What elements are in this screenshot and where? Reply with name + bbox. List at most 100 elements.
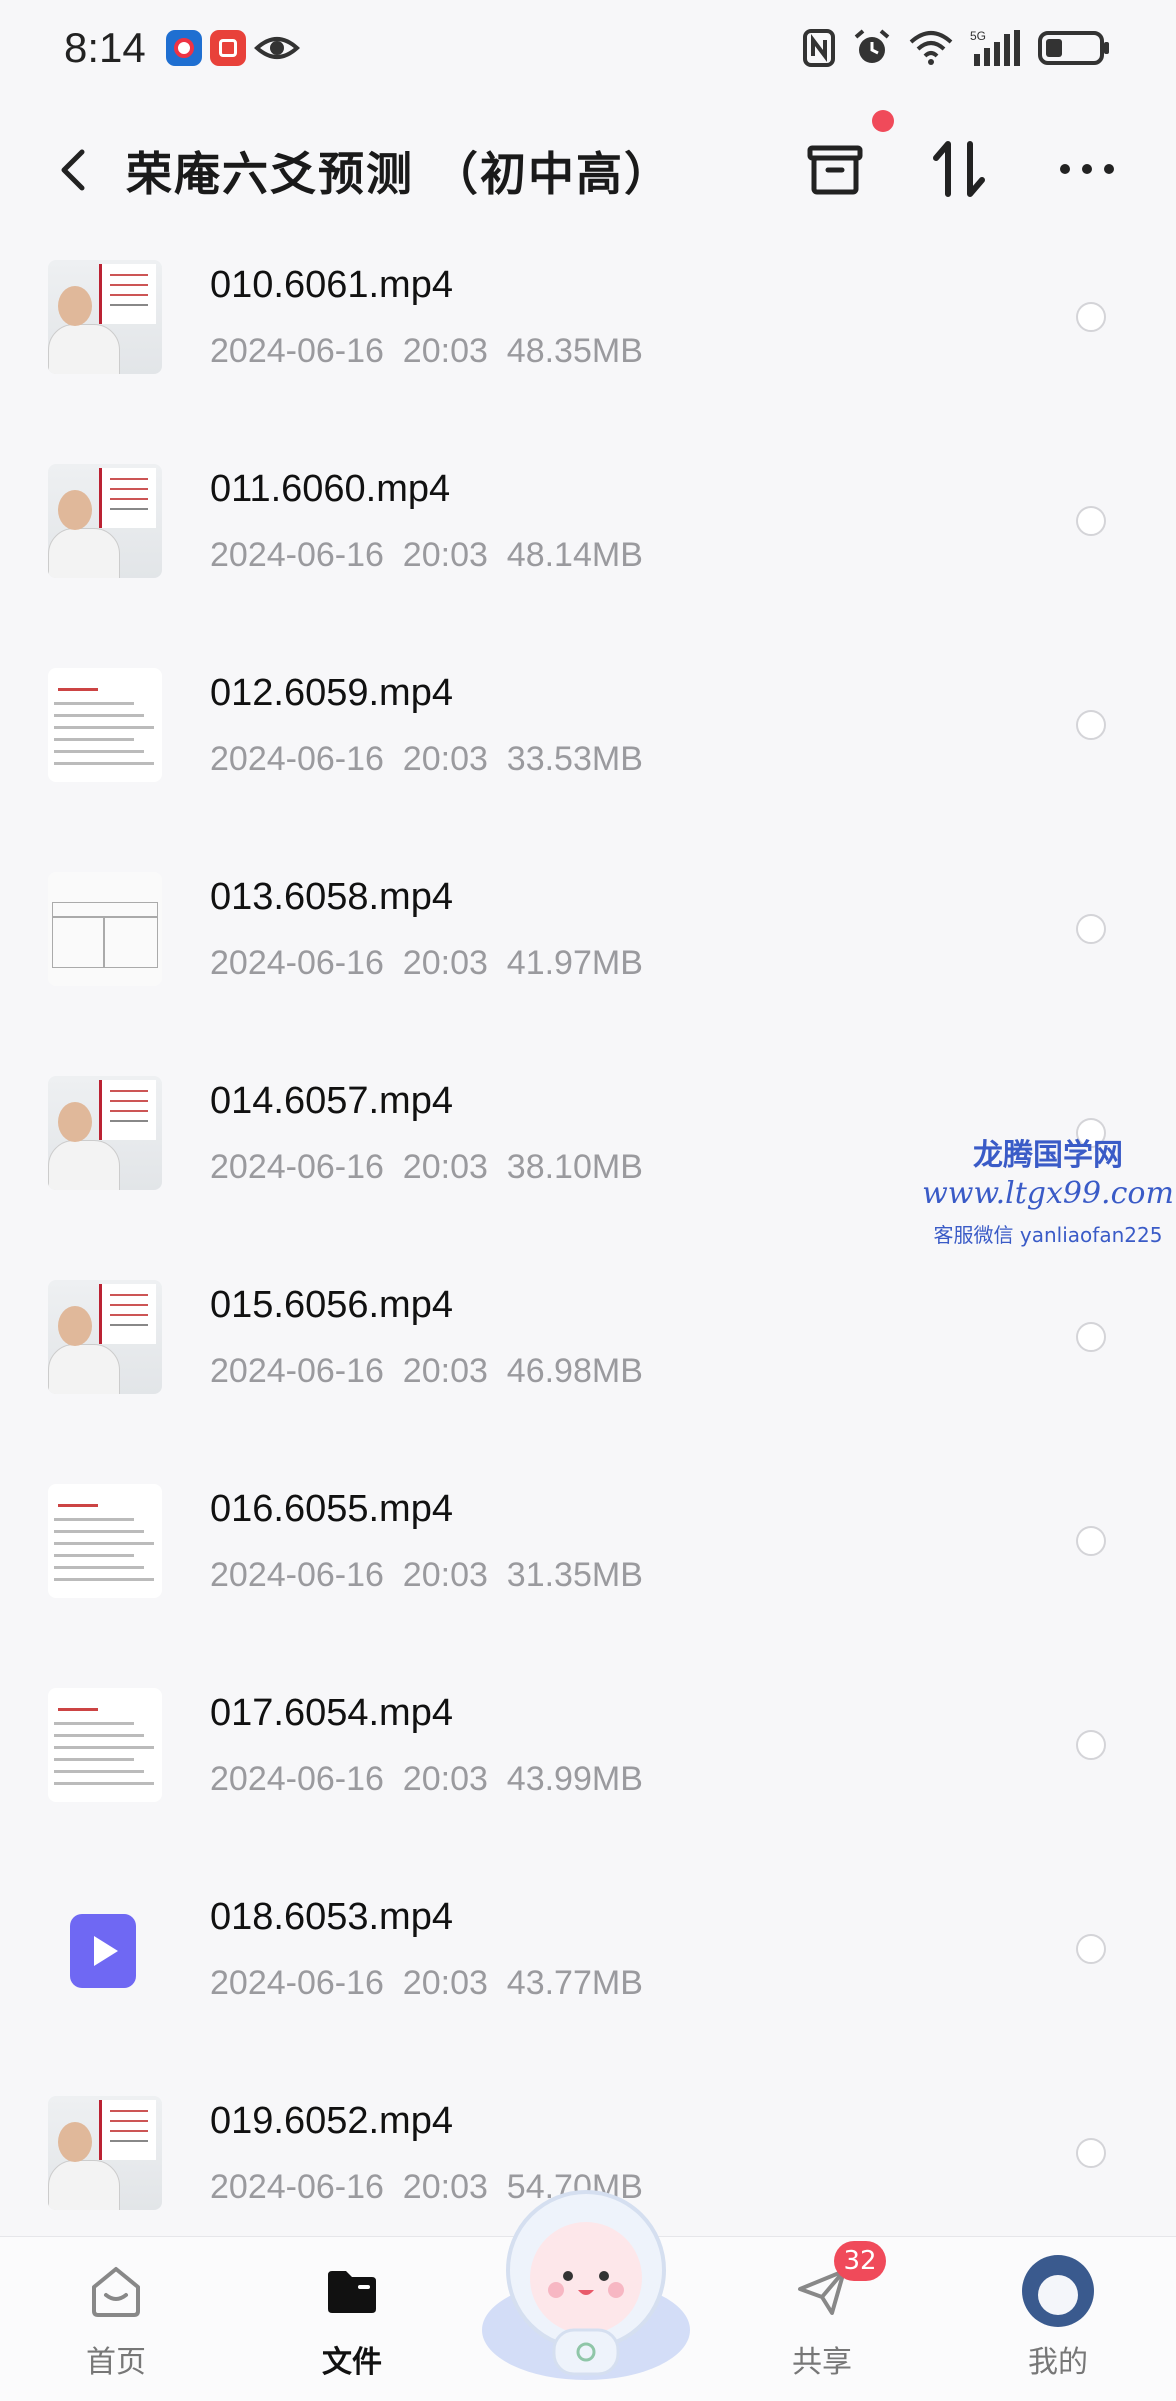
- file-meta: 2024-06-16 20:03 33.53MB: [210, 740, 643, 778]
- person-body: [48, 324, 120, 374]
- nav-home-label: 首页: [86, 2345, 146, 2380]
- signal-5g-icon: 5G: [970, 29, 1020, 66]
- watermark: 龙腾国学网 www.ltgx99.com 客服微信 yanliaofan225: [920, 1130, 1176, 1248]
- file-meta: 2024-06-16 20:03 31.35MB: [210, 1556, 643, 1594]
- doc-line: [54, 726, 154, 729]
- file-list-item[interactable]: 013.6058.mp4 2024-06-16 20:03 41.97MB: [0, 846, 1176, 1050]
- person-body: [48, 2160, 120, 2210]
- file-meta: 2024-06-16 20:03 43.99MB: [210, 1760, 643, 1798]
- select-radio[interactable]: [1076, 2138, 1106, 2168]
- select-radio[interactable]: [1076, 1730, 1106, 1760]
- watermark-contact: 客服微信 yanliaofan225: [933, 1223, 1163, 1247]
- file-name: 010.6061.mp4: [210, 264, 453, 306]
- nfc-icon: [803, 29, 835, 67]
- slide-board: [99, 264, 156, 324]
- status-time: 8:14: [64, 24, 146, 71]
- doc-line: [54, 738, 134, 741]
- file-thumbnail: [48, 1076, 162, 1190]
- doc-line: [54, 1734, 144, 1737]
- app-notification-icon: [166, 30, 202, 66]
- select-radio[interactable]: [1076, 710, 1106, 740]
- person-head: [58, 1102, 92, 1142]
- file-thumbnail: [48, 2096, 162, 2210]
- file-name: 015.6056.mp4: [210, 1284, 453, 1326]
- watermark-title: 龙腾国学网: [973, 1138, 1123, 1173]
- file-thumbnail: [48, 464, 162, 578]
- file-meta: 2024-06-16 20:03 38.10MB: [210, 1148, 643, 1186]
- eye-icon: [254, 37, 300, 59]
- nav-share[interactable]: 32 共享: [722, 2237, 922, 2401]
- status-bar: 8:14 5G: [0, 0, 1176, 100]
- select-radio[interactable]: [1076, 914, 1106, 944]
- file-thumbnail: [48, 1892, 162, 2006]
- more-icon[interactable]: [1052, 134, 1122, 204]
- file-name: 011.6060.mp4: [210, 468, 451, 510]
- file-list-item[interactable]: 012.6059.mp4 2024-06-16 20:03 33.53MB: [0, 642, 1176, 846]
- doc-highlight: [58, 1504, 98, 1507]
- nav-home[interactable]: 首页: [16, 2237, 216, 2401]
- nav-files[interactable]: 文件: [252, 2237, 452, 2401]
- file-thumbnail: [48, 872, 162, 986]
- doc-highlight: [58, 1708, 98, 1711]
- alarm-icon: [854, 29, 890, 63]
- person-head: [58, 286, 92, 326]
- doc-line: [54, 1530, 144, 1533]
- slide-board: [99, 468, 156, 528]
- file-thumbnail: [48, 1280, 162, 1394]
- doc-line: [54, 1518, 134, 1521]
- select-radio[interactable]: [1076, 1526, 1106, 1556]
- doc-highlight: [58, 688, 98, 691]
- select-radio[interactable]: [1076, 1322, 1106, 1352]
- person-body: [48, 1344, 120, 1394]
- file-name: 017.6054.mp4: [210, 1692, 453, 1734]
- app-notification-icon: [210, 30, 246, 66]
- doc-line: [54, 762, 154, 765]
- file-name: 016.6055.mp4: [210, 1488, 453, 1530]
- archive-icon[interactable]: [800, 134, 870, 204]
- file-meta: 2024-06-16 20:03 43.77MB: [210, 1964, 643, 2002]
- slide-board: [99, 1080, 156, 1140]
- share-badge: 32: [834, 2241, 886, 2281]
- doc-line: [54, 1770, 144, 1773]
- watermark-url: www.ltgx99.com: [922, 1176, 1174, 1211]
- notification-dot: [872, 110, 894, 132]
- file-thumbnail: [48, 260, 162, 374]
- nav-mine-label: 我的: [1028, 2345, 1088, 2380]
- select-radio[interactable]: [1076, 1934, 1106, 1964]
- file-list-item[interactable]: 016.6055.mp4 2024-06-16 20:03 31.35MB: [0, 1458, 1176, 1662]
- file-thumbnail: [48, 1484, 162, 1598]
- table-cell: [52, 916, 104, 968]
- person-body: [48, 528, 120, 578]
- back-arrow-icon[interactable]: [44, 140, 104, 200]
- doc-line: [54, 1542, 154, 1545]
- select-radio[interactable]: [1076, 506, 1106, 536]
- file-list-item[interactable]: 017.6054.mp4 2024-06-16 20:03 43.99MB: [0, 1662, 1176, 1866]
- select-radio[interactable]: [1076, 302, 1106, 332]
- file-name: 012.6059.mp4: [210, 672, 453, 714]
- file-name: 019.6052.mp4: [210, 2100, 453, 2142]
- file-meta: 2024-06-16 20:03 48.14MB: [210, 536, 643, 574]
- file-list-item[interactable]: 015.6056.mp4 2024-06-16 20:03 46.98MB: [0, 1254, 1176, 1458]
- doc-line: [54, 1722, 134, 1725]
- file-meta: 2024-06-16 20:03 41.97MB: [210, 944, 643, 982]
- doc-line: [54, 1782, 154, 1785]
- nav-mine[interactable]: 我的: [958, 2237, 1158, 2401]
- table-cell: [104, 916, 158, 968]
- doc-line: [54, 1554, 134, 1557]
- doc-line: [54, 1746, 154, 1749]
- doc-line: [54, 750, 144, 753]
- nav-share-label: 共享: [792, 2345, 852, 2380]
- doc-line: [54, 702, 134, 705]
- file-list-item[interactable]: 018.6053.mp4 2024-06-16 20:03 43.77MB: [0, 1866, 1176, 2070]
- file-list-item[interactable]: 010.6061.mp4 2024-06-16 20:03 48.35MB: [0, 234, 1176, 438]
- file-list-item[interactable]: 011.6060.mp4 2024-06-16 20:03 48.14MB: [0, 438, 1176, 642]
- file-meta: 2024-06-16 20:03 48.35MB: [210, 332, 643, 370]
- mascot-icon[interactable]: [476, 2180, 696, 2390]
- header: 荣庵六爻预测 （初中高）: [0, 110, 1176, 230]
- person-head: [58, 2122, 92, 2162]
- doc-line: [54, 1578, 154, 1581]
- file-name: 018.6053.mp4: [210, 1896, 453, 1938]
- nav-files-label: 文件: [322, 2345, 382, 2380]
- sort-icon[interactable]: [924, 134, 994, 204]
- file-thumbnail: [48, 1688, 162, 1802]
